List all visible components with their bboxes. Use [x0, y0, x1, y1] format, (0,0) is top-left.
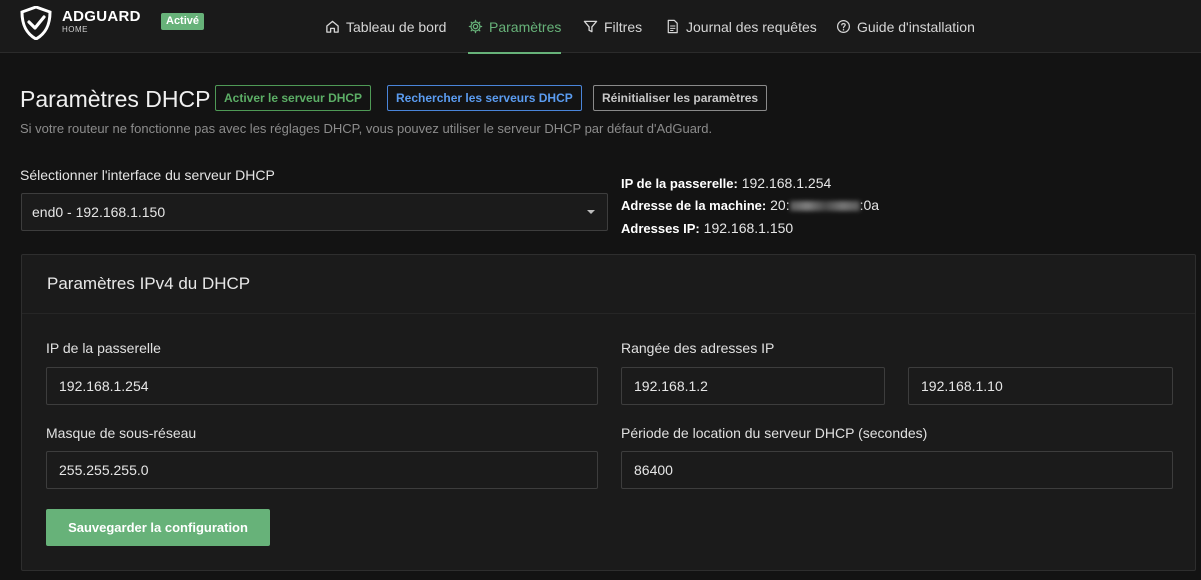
- home-icon: [326, 20, 339, 33]
- ip-range-label: Rangée des adresses IP: [621, 340, 775, 356]
- nav-dashboard[interactable]: Tableau de bord: [325, 0, 446, 53]
- info-ip-label: Adresses IP:: [621, 221, 700, 236]
- info-ip-value: 192.168.1.150: [703, 220, 794, 236]
- info-mac-label: Adresse de la machine:: [621, 198, 767, 213]
- interface-select[interactable]: end0 - 192.168.1.150: [21, 193, 608, 231]
- ipv4-settings-card: Paramètres IPv4 du DHCP IP de la passere…: [21, 254, 1196, 571]
- gateway-label: IP de la passerelle: [46, 340, 161, 356]
- range-start-input[interactable]: [621, 367, 885, 405]
- info-gateway-label: IP de la passerelle:: [621, 176, 738, 191]
- reset-settings-button[interactable]: Réinitialiser les paramètres: [593, 85, 768, 111]
- lease-duration-label: Période de location du serveur DHCP (sec…: [621, 425, 928, 441]
- info-mac-suffix: :0a: [859, 197, 880, 213]
- nav-settings-label: Paramètres: [489, 18, 562, 35]
- mac-redacted: [789, 201, 860, 212]
- range-end-input[interactable]: [908, 367, 1173, 405]
- info-gateway-value: 192.168.1.254: [741, 175, 832, 191]
- enable-dhcp-button[interactable]: Activer le serveur DHCP: [215, 85, 372, 111]
- nav-setup-guide[interactable]: Guide d'installation: [836, 0, 975, 53]
- subnet-mask-label: Masque de sous-réseau: [46, 425, 197, 441]
- info-gateway: IP de la passerelle: 192.168.1.254: [621, 175, 831, 191]
- lease-duration-input[interactable]: [621, 451, 1173, 489]
- brand-subtitle: HOME: [62, 25, 88, 34]
- nav-query-log-label: Journal des requêtes: [686, 18, 817, 35]
- help-circle-icon: [836, 19, 851, 34]
- status-badge: Activé: [161, 13, 205, 30]
- nav-settings[interactable]: Paramètres: [468, 0, 562, 54]
- gateway-input[interactable]: [46, 367, 598, 405]
- brand[interactable]: ADGUARD HOME: [62, 9, 141, 35]
- ipv4-card-title: Paramètres IPv4 du DHCP: [47, 274, 251, 293]
- nav-query-log[interactable]: Journal des requêtes: [665, 0, 817, 53]
- page-title: Paramètres DHCP: [20, 86, 211, 112]
- dhcp-description: Si votre routeur ne fonctionne pas avec …: [20, 121, 713, 136]
- search-dhcp-servers-button[interactable]: Rechercher les serveurs DHCP: [387, 85, 582, 111]
- nav-filters-label: Filtres: [604, 18, 643, 35]
- nav-dashboard-label: Tableau de bord: [346, 18, 447, 35]
- filter-icon: [583, 20, 598, 33]
- interface-label: Sélectionner l'interface du serveur DHCP: [20, 167, 275, 183]
- info-mac: Adresse de la machine: 20: :0a: [621, 197, 879, 213]
- card-divider: [22, 313, 1195, 314]
- brand-name: ADGUARD: [62, 8, 141, 25]
- nav-setup-guide-label: Guide d'installation: [857, 18, 975, 35]
- top-header: ADGUARD HOME Activé Tableau de bord Para…: [0, 0, 1201, 54]
- save-config-button[interactable]: Sauvegarder la configuration: [46, 509, 270, 546]
- gear-icon: [468, 19, 483, 34]
- subnet-mask-input[interactable]: [46, 451, 598, 489]
- caret-down-icon: [587, 210, 595, 214]
- info-ip: Adresses IP: 192.168.1.150: [621, 220, 793, 236]
- interface-select-value: end0 - 192.168.1.150: [32, 204, 166, 220]
- info-mac-prefix: 20:: [770, 197, 790, 213]
- document-icon: [667, 19, 678, 34]
- nav-filters[interactable]: Filtres: [583, 0, 642, 53]
- adguard-shield-icon[interactable]: [20, 6, 52, 40]
